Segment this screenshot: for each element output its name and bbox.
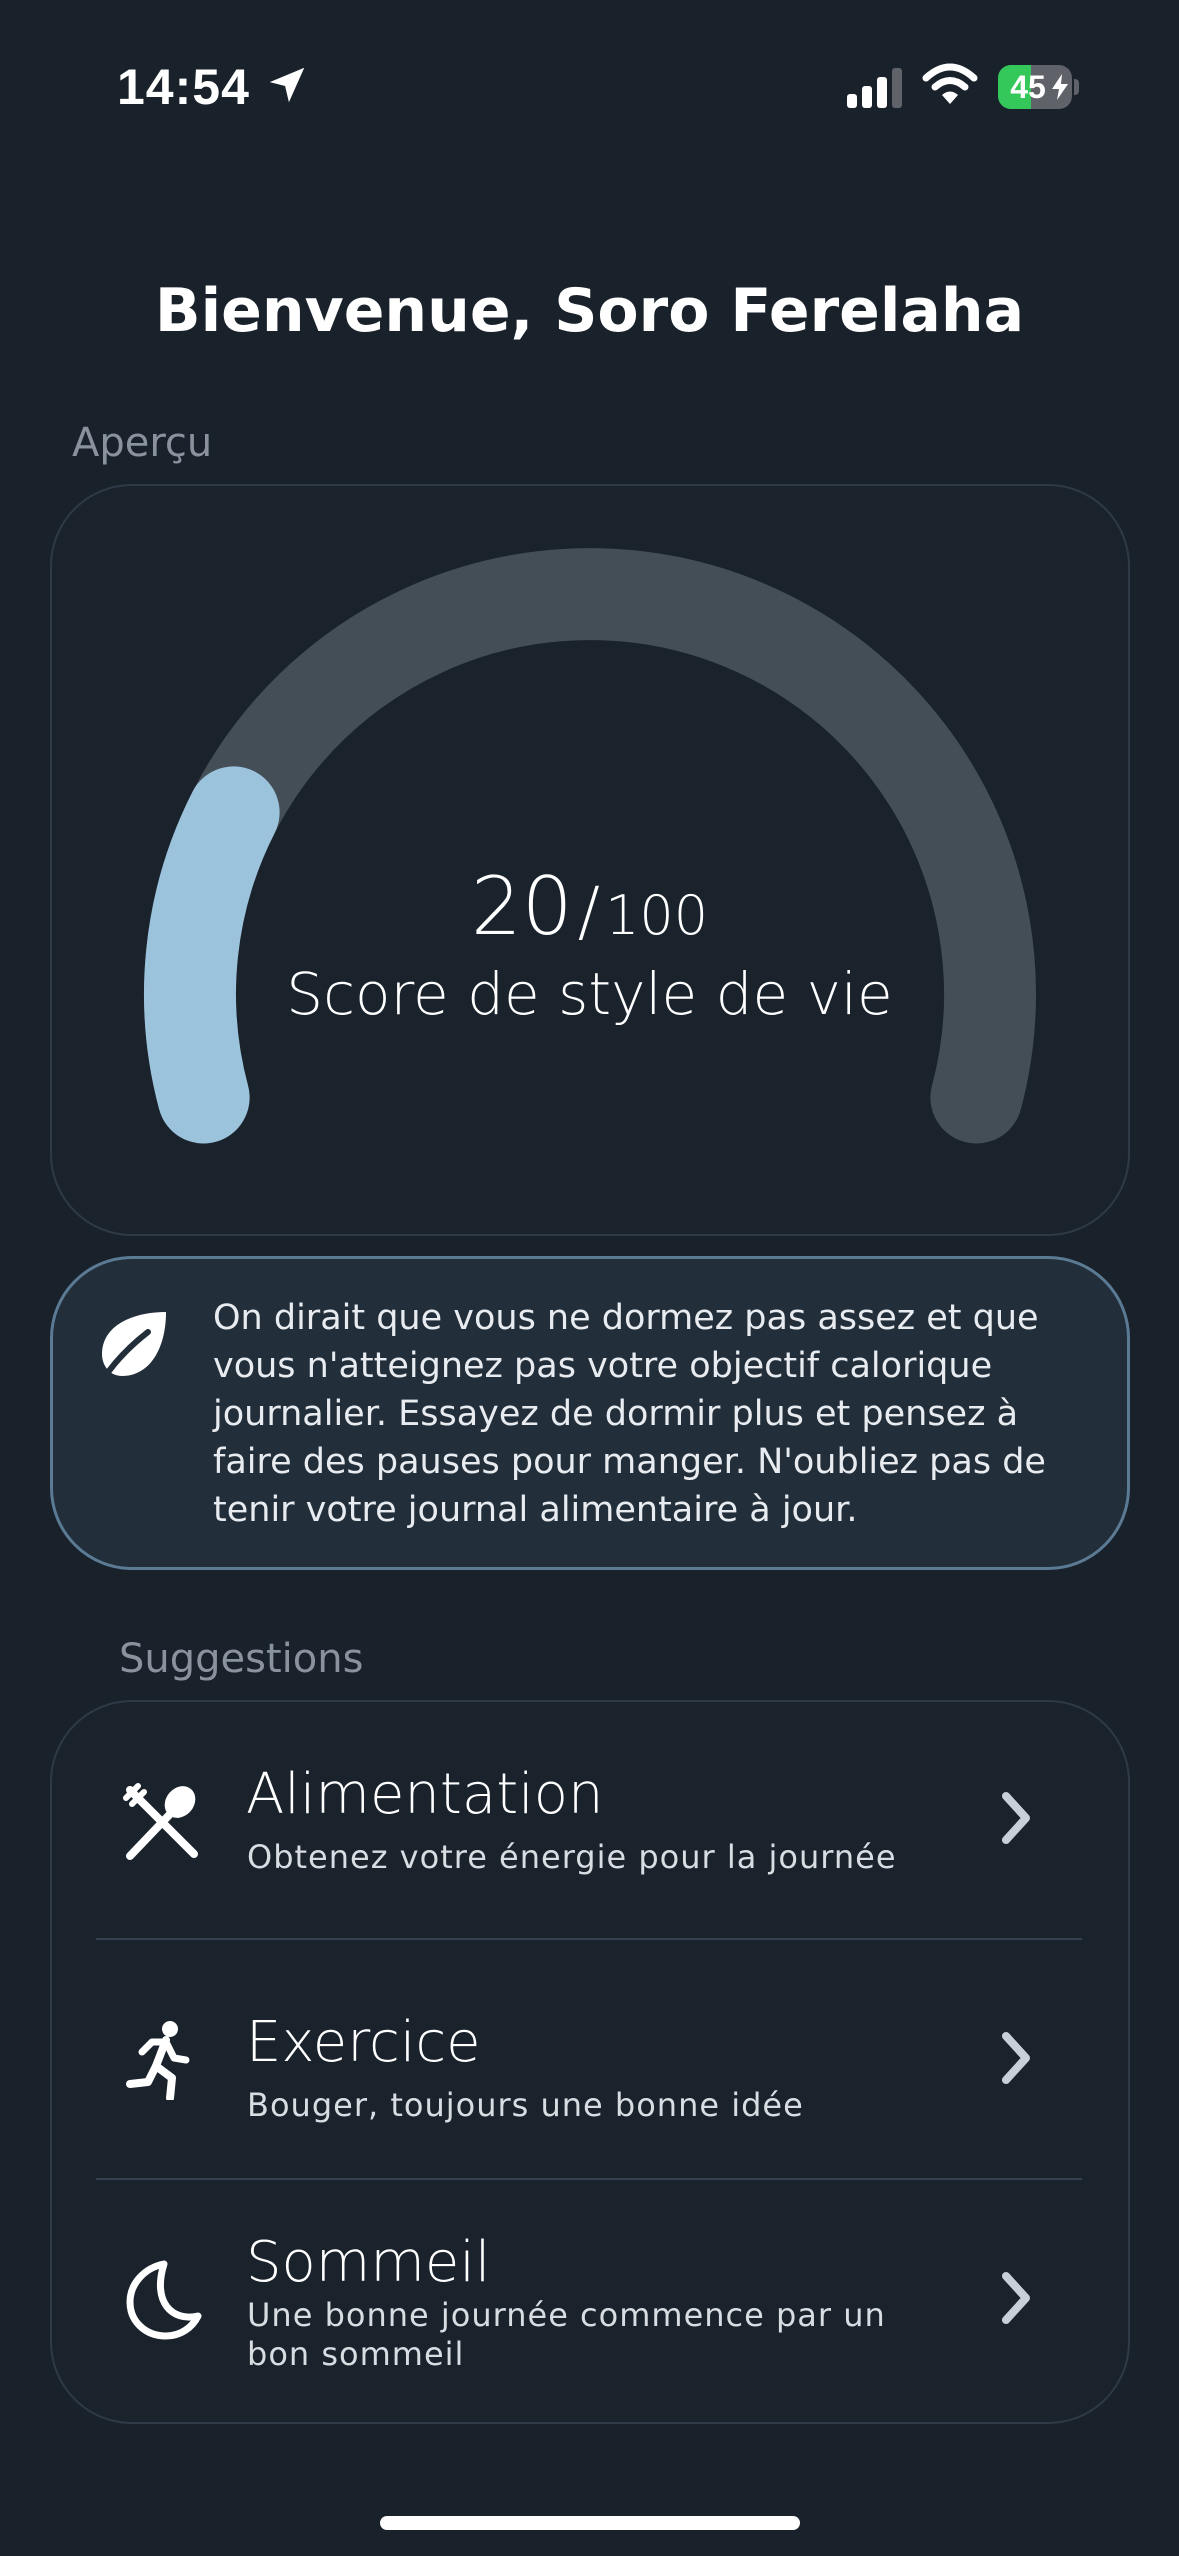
running-person-icon — [126, 2021, 190, 2100]
cellular-signal-icon — [847, 68, 902, 108]
chevron-right-icon[interactable] — [996, 1790, 1036, 1846]
location-arrow-icon — [269, 67, 305, 103]
score-readout: 20 / 100 — [0, 860, 1179, 953]
battery-indicator: 45 — [998, 65, 1079, 109]
app-screen: 14:54 45 Bienvenue, Soro Ferelaha Aperçu… — [0, 0, 1179, 2556]
gauge-fill — [144, 766, 280, 1144]
suggestion-subtitle: Obtenez votre énergie pour la journée — [247, 1838, 897, 1876]
suggestion-subtitle: Une bonne journée commence par un bon so… — [247, 2296, 886, 2373]
score-caption: Score de style de vie — [286, 960, 893, 1028]
welcome-title: Bienvenue, Soro Ferelaha — [154, 276, 1025, 346]
home-indicator[interactable] — [380, 2516, 800, 2530]
advice-text: On dirait que vous ne dormez pas assez e… — [213, 1298, 1046, 1530]
suggestion-item-exercice[interactable]: Exercice Bouger, toujours une bonne idée — [50, 1940, 1130, 2180]
status-time: 14:54 — [117, 59, 250, 115]
suggestion-item-alimentation[interactable]: Alimentation Obtenez votre énergie pour … — [50, 1700, 1130, 1940]
chevron-right-icon[interactable] — [996, 2270, 1036, 2326]
suggestion-subtitle: Bouger, toujours une bonne idée — [247, 2086, 804, 2124]
battery-percentage: 45 — [1010, 69, 1046, 105]
score-separator: / — [577, 873, 600, 950]
leaf-icon — [101, 1312, 166, 1381]
fork-spoon-icon — [123, 1783, 198, 1860]
overview-section-label: Aperçu — [72, 420, 213, 466]
moon-icon — [126, 2260, 202, 2340]
chevron-right-icon[interactable] — [996, 2030, 1036, 2086]
charging-bolt-icon — [1052, 74, 1068, 100]
wifi-icon — [922, 63, 978, 104]
score-max: 100 — [605, 884, 709, 947]
score-value: 20 — [470, 860, 573, 953]
suggestion-title: Exercice — [246, 2010, 481, 2075]
suggestion-title: Alimentation — [246, 1762, 604, 1827]
suggestion-item-sommeil[interactable]: Sommeil Une bonne journée commence par u… — [50, 2180, 1130, 2420]
suggestion-title: Sommeil — [246, 2230, 491, 2295]
suggestions-section-label: Suggestions — [119, 1636, 364, 1682]
